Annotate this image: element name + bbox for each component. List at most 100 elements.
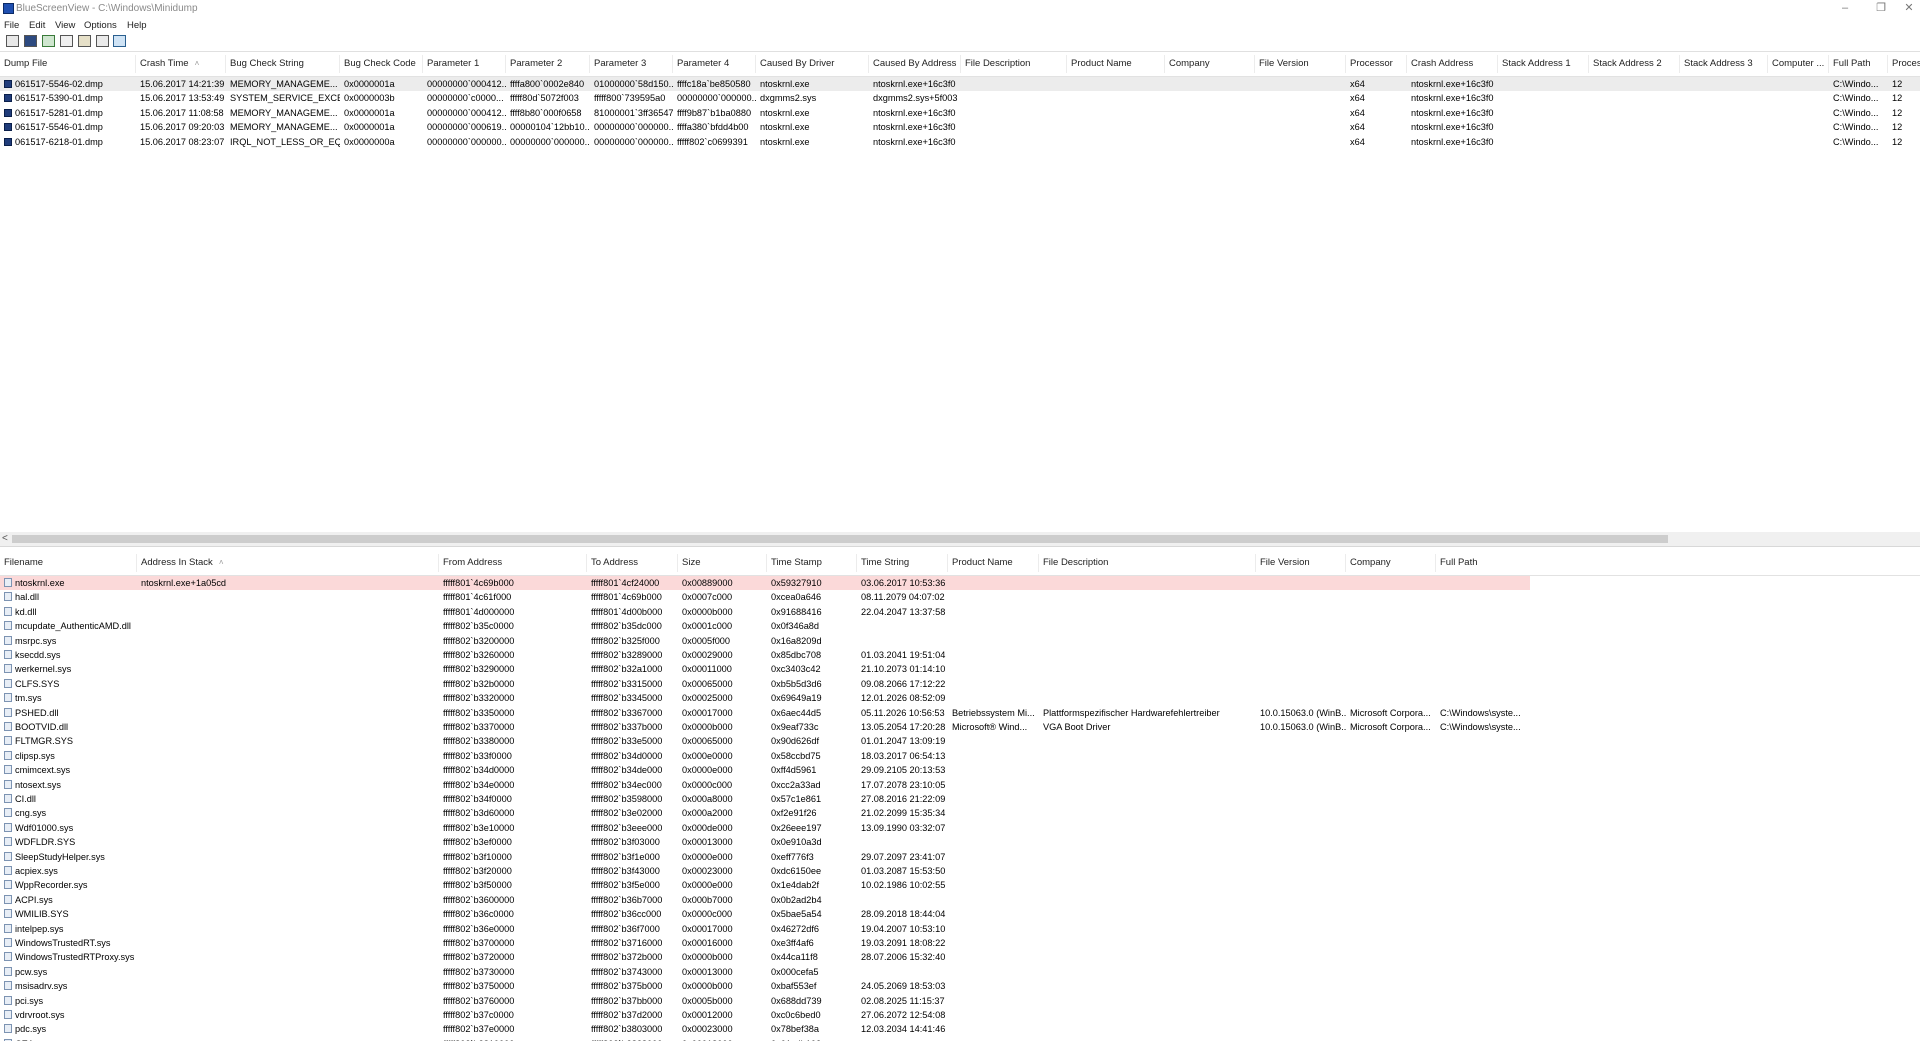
crash-column-header[interactable]: Crash Address [1407, 58, 1498, 69]
column-separator[interactable] [339, 55, 340, 73]
driver-row[interactable]: acpiex.sys fffff802`b3f20000 fffff802`b3f4… [0, 864, 1920, 878]
driver-column-header[interactable]: File Description [1039, 557, 1256, 568]
crash-column-header[interactable]: Stack Address 2 [1589, 58, 1680, 69]
crash-column-header[interactable]: Proces [1888, 58, 1920, 69]
driver-row[interactable]: WMILIB.SYS fffff802`b36c0000 fffff802`b36c… [0, 907, 1920, 921]
crash-column-header[interactable]: Crash Time ˄ [136, 58, 226, 69]
save-icon[interactable] [24, 35, 37, 47]
menu-view[interactable]: View [55, 20, 75, 31]
export-icon[interactable] [78, 35, 91, 47]
crash-column-header[interactable]: Stack Address 1 [1498, 58, 1589, 69]
crash-column-header[interactable]: File Version [1255, 58, 1346, 69]
driver-row[interactable]: CEA.sysfffff802`b3810000fffff802`b382800… [0, 1037, 1920, 1041]
column-separator[interactable] [960, 55, 961, 73]
driver-row[interactable]: CI.dll fffff802`b34f0000 fffff802`b3598000… [0, 792, 1920, 806]
crash-row[interactable]: 061517-5546-02.dmp 15.06.2017 14:21:39 MEM… [0, 77, 1920, 91]
driver-row[interactable]: vdrvroot.sys fffff802`b37c0000 fffff802`b3… [0, 1008, 1920, 1022]
column-separator[interactable] [136, 554, 137, 572]
driver-row[interactable]: BOOTVID.dll fffff802`b3370000 fffff802`b33… [0, 720, 1920, 734]
copy-icon[interactable] [60, 35, 73, 47]
driver-row[interactable]: hal.dll fffff801`4c61f000 fffff801`4c69b00… [0, 590, 1920, 604]
crash-row[interactable]: 061517-5546-01.dmp 15.06.2017 09:20:03 MEM… [0, 120, 1920, 134]
menu-file[interactable]: File [4, 20, 19, 31]
scroll-thumb[interactable] [12, 535, 1668, 543]
column-separator[interactable] [1828, 55, 1829, 73]
driver-column-header[interactable]: Time String [857, 557, 948, 568]
driver-row[interactable]: WindowsTrustedRT.sys fffff802`b3700000 fff… [0, 936, 1920, 950]
menu-help[interactable]: Help [127, 20, 147, 31]
column-separator[interactable] [1497, 55, 1498, 73]
driver-row[interactable]: ntoskrnl.exe ntoskrnl.exe+1a05cd fffff801`… [0, 576, 1530, 590]
driver-row[interactable]: WDFLDR.SYS fffff802`b3ef0000 fffff802`b3f0… [0, 835, 1920, 849]
column-separator[interactable] [868, 55, 869, 73]
crash-column-header[interactable]: Parameter 1 [423, 58, 506, 69]
column-separator[interactable] [225, 55, 226, 73]
driver-row[interactable]: tm.sys fffff802`b3320000 fffff802`b3345000… [0, 691, 1920, 705]
driver-list-pane[interactable]: Filename Address In Stack ˄ From Address To … [0, 551, 1920, 1041]
crash-column-header[interactable]: Product Name [1067, 58, 1165, 69]
driver-row[interactable]: PSHED.dll fffff802`b3350000 fffff802`b3367… [0, 706, 1920, 720]
column-separator[interactable] [422, 55, 423, 73]
crash-column-header[interactable]: Full Path [1829, 58, 1888, 69]
crash-column-header[interactable]: Parameter 4 [673, 58, 756, 69]
driver-row[interactable]: msrpc.sys fffff802`b3200000 fffff802`b325f… [0, 634, 1920, 648]
column-separator[interactable] [1887, 55, 1888, 73]
column-separator[interactable] [856, 554, 857, 572]
driver-row[interactable]: clipsp.sys fffff802`b33f0000 fffff802`b34d… [0, 749, 1920, 763]
find-icon[interactable] [96, 35, 109, 47]
column-separator[interactable] [755, 55, 756, 73]
crash-column-header[interactable]: Stack Address 3 [1680, 58, 1768, 69]
driver-column-header[interactable]: Size [678, 557, 767, 568]
driver-row[interactable]: cmimcext.sys fffff802`b34d0000 fffff802`b3… [0, 763, 1920, 777]
column-separator[interactable] [589, 55, 590, 73]
driver-column-header[interactable]: To Address [587, 557, 678, 568]
crash-list-pane[interactable]: Dump File Crash Time ˄ Bug Check String Bug … [0, 52, 1920, 532]
column-separator[interactable] [677, 554, 678, 572]
column-separator[interactable] [766, 554, 767, 572]
driver-row[interactable]: Wdf01000.sys fffff802`b3e10000 fffff802`b3… [0, 821, 1920, 835]
driver-column-header[interactable]: File Version [1256, 557, 1346, 568]
column-separator[interactable] [505, 55, 506, 73]
driver-row[interactable]: kd.dll fffff801`4d000000 fffff801`4d00b000… [0, 605, 1920, 619]
driver-row[interactable]: WppRecorder.sys fffff802`b3f50000 fffff802… [0, 878, 1920, 892]
driver-row[interactable]: pci.sys fffff802`b3760000 fffff802`b37bb00… [0, 994, 1920, 1008]
crash-column-header[interactable]: Company [1165, 58, 1255, 69]
driver-row[interactable]: pcw.sys fffff802`b3730000 fffff802`b374300… [0, 965, 1920, 979]
menu-options[interactable]: Options [84, 20, 117, 31]
driver-row[interactable]: SleepStudyHelper.sys fffff802`b3f10000 fff… [0, 850, 1920, 864]
menu-edit[interactable]: Edit [29, 20, 45, 31]
driver-column-header[interactable]: Product Name [948, 557, 1039, 568]
crash-column-header[interactable]: Caused By Driver [756, 58, 869, 69]
driver-row[interactable]: intelpep.sys fffff802`b36e0000 fffff802`b3… [0, 922, 1920, 936]
driver-column-header[interactable]: From Address [439, 557, 587, 568]
column-separator[interactable] [438, 554, 439, 572]
driver-column-header[interactable]: Full Path [1436, 557, 1529, 568]
exit-icon[interactable] [113, 35, 126, 47]
column-separator[interactable] [672, 55, 673, 73]
crash-column-header[interactable]: Parameter 2 [506, 58, 590, 69]
crash-row[interactable]: 061517-5281-01.dmp 15.06.2017 11:08:58 MEM… [0, 106, 1920, 120]
crash-column-header[interactable]: Caused By Address [869, 58, 961, 69]
driver-row[interactable]: ACPI.sys fffff802`b3600000 fffff802`b36b70… [0, 893, 1920, 907]
crash-column-header[interactable]: Bug Check Code [340, 58, 423, 69]
driver-row[interactable]: ksecdd.sys fffff802`b3260000 fffff802`b328… [0, 648, 1920, 662]
driver-row[interactable]: werkernel.sys fffff802`b3290000 fffff802`b… [0, 662, 1920, 676]
driver-row[interactable]: mcupdate_AuthenticAMD.dll fffff802`b35c00… [0, 619, 1920, 633]
column-separator[interactable] [1254, 55, 1255, 73]
column-separator[interactable] [586, 554, 587, 572]
horizontal-scrollbar[interactable]: < [0, 532, 1920, 546]
crash-row[interactable]: 061517-6218-01.dmp 15.06.2017 08:23:07 IRQ… [0, 135, 1920, 149]
column-separator[interactable] [1767, 55, 1768, 73]
crash-column-header[interactable]: Bug Check String [226, 58, 340, 69]
properties-icon[interactable] [6, 35, 19, 47]
column-separator[interactable] [1435, 554, 1436, 572]
driver-row[interactable]: ntosext.sys fffff802`b34e0000 fffff802`b34… [0, 778, 1920, 792]
column-separator[interactable] [1406, 55, 1407, 73]
crash-column-header[interactable]: File Description [961, 58, 1067, 69]
driver-row[interactable]: CLFS.SYS fffff802`b32b0000 fffff802`b33150… [0, 677, 1920, 691]
driver-column-header[interactable]: Address In Stack ˄ [137, 557, 439, 568]
column-separator[interactable] [135, 55, 136, 73]
crash-column-header[interactable]: Processor [1346, 58, 1407, 69]
crash-column-header[interactable]: Computer ... [1768, 58, 1829, 69]
crash-column-header[interactable]: Parameter 3 [590, 58, 673, 69]
